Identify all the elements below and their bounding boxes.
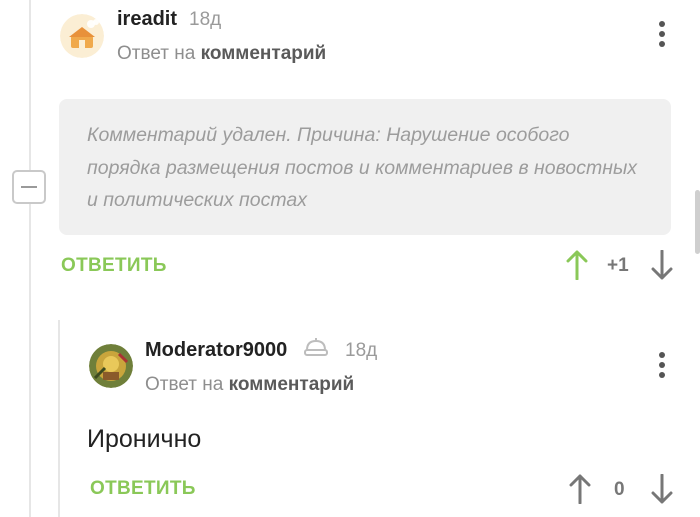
reply-to-line: Ответ на комментарий [145,374,354,396]
downvote-icon[interactable] [651,249,673,285]
reply-to-prefix: Ответ на [117,43,196,64]
reply-button[interactable]: ОТВЕТИТЬ [61,255,167,277]
rating-value: 0 [614,479,625,500]
timestamp: 18д [189,9,222,30]
reply-to-link[interactable]: комментарий [229,374,355,395]
thread-line-nested [58,320,60,517]
reply-to-line: Ответ на комментарий [117,43,326,65]
minus-icon [21,186,37,188]
deleted-comment-notice: Комментарий удален. Причина: Нарушение о… [59,99,671,235]
more-options-icon[interactable] [657,352,667,378]
scrollbar[interactable] [695,190,700,254]
thread-line [29,0,31,517]
reply-button[interactable]: ОТВЕТИТЬ [90,478,196,500]
collapse-thread-button[interactable] [12,170,46,204]
more-options-icon[interactable] [657,21,667,47]
deleted-comment-text: Комментарий удален. Причина: Нарушение о… [87,124,638,211]
moderator-hat-icon [303,335,329,366]
avatar-image [89,344,133,388]
username[interactable]: ireadit [117,8,177,31]
avatar-image [60,14,104,58]
upvote-icon[interactable] [569,474,591,509]
rating-value: +1 [607,255,629,276]
reply-to-prefix: Ответ на [145,374,224,395]
avatar[interactable] [89,344,133,388]
upvote-icon[interactable] [566,250,588,285]
username[interactable]: Moderator9000 [145,339,287,362]
avatar[interactable] [60,14,104,58]
downvote-icon[interactable] [651,473,673,509]
reply-to-link[interactable]: комментарий [201,43,327,64]
timestamp: 18д [345,340,378,361]
comment-text: Иронично [87,425,202,453]
